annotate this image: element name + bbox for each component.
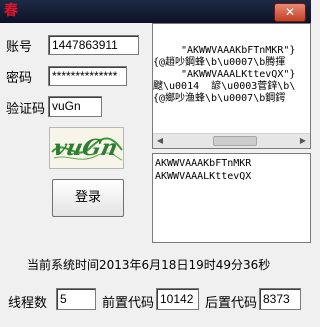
log-line: 颼\u0014 諺\u0003菅鋅\b\ [153,81,296,92]
scroll-left-icon[interactable]: ◀ [153,134,167,148]
password-label: 密码 [6,71,33,86]
captcha-image[interactable]: vuGn [49,127,124,169]
scroll-right-icon[interactable]: ▶ [296,134,310,148]
password-field[interactable]: ************** [48,66,127,86]
output-line: AKWWVAAAKbFTnMKR [155,158,252,169]
account-label: 账号 [6,40,33,55]
account-field[interactable]: 1447863911 [48,35,139,55]
log-horizontal-scrollbar[interactable]: ◀ ▶ [153,133,310,148]
captcha-image-text: vuGn [51,135,120,161]
scrollbar-thumb[interactable] [213,136,257,146]
close-button[interactable]: ✕ [274,3,306,22]
captcha-graphic: vuGn [51,135,123,161]
login-button[interactable]: 登录 [52,179,124,217]
system-time-status: 当前系统时间2013年6月18日19时49分36秒 [27,258,271,272]
log-line: {@鄉吵渔蜂\b\u0007\b鋼鍔 [153,93,286,104]
output-line: AKWWVAAALKttevQX [155,171,252,182]
captcha-field[interactable]: vuGn [48,96,102,117]
log-line: "AKWWVAAAKbFTnMKR"} [181,45,296,56]
log-line: {@趙吵鋼蜂\b\u0007\b腾揮 [153,57,286,68]
threads-label: 线程数 [8,296,48,311]
title-bar[interactable]: 春 ✕ [0,0,311,23]
prefix-code-field[interactable]: 10142 [156,288,199,310]
close-icon: ✕ [284,5,296,19]
main-panel: 账号 1447863911 密码 ************** 验证码 vuGn… [0,23,311,327]
response-log[interactable]: "AKWWVAAAKbFTnMKR"} {@趙吵鋼蜂\b\u0007\b腾揮 "… [152,23,311,149]
output-textarea[interactable]: AKWWVAAAKbFTnMKR AKWWVAAALKttevQX [152,153,311,243]
suffix-code-field[interactable]: 8373 [259,288,301,310]
suffix-code-label: 后置代码 [205,296,258,311]
captcha-label: 验证码 [6,102,46,117]
threads-field[interactable]: 5 [56,288,96,310]
prefix-code-label: 前置代码 [102,296,155,311]
app-icon: 春 [4,3,18,19]
log-line: "AKWWVAAALKttevQX"} [181,69,296,80]
